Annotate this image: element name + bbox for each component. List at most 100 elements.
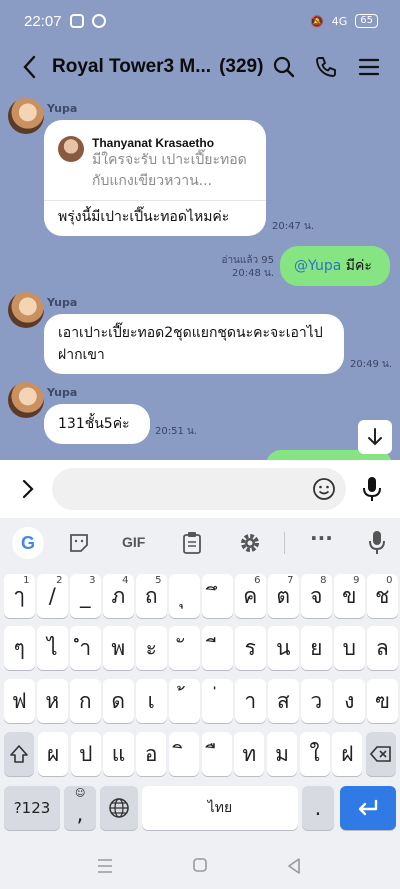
key[interactable]: ก: [70, 679, 101, 723]
key[interactable]: ล: [367, 626, 398, 670]
key[interactable]: ภ4: [103, 574, 134, 618]
key[interactable]: เ: [136, 679, 167, 723]
key-label: ว: [310, 688, 323, 713]
shift-key[interactable]: [4, 732, 34, 776]
key[interactable]: ่: [202, 679, 233, 723]
more-options-icon[interactable]: ···: [310, 526, 333, 550]
key[interactable]: แ: [103, 732, 134, 776]
key[interactable]: ิ: [168, 732, 199, 776]
key[interactable]: ถ5: [136, 574, 167, 618]
period-key[interactable]: .: [302, 786, 334, 830]
message-bubble-outgoing[interactable]: @Yupa มีค่ะ: [280, 246, 390, 286]
key[interactable]: ๅ1: [4, 574, 35, 618]
key[interactable]: น: [268, 626, 299, 670]
key[interactable]: ื: [201, 732, 232, 776]
key-label: ร: [244, 635, 256, 660]
key[interactable]: ง: [334, 679, 365, 723]
key[interactable]: ม: [266, 732, 298, 776]
key-hint: 6: [254, 575, 261, 586]
chat-header: Royal Tower3 M... (329): [0, 40, 400, 94]
home-icon[interactable]: [192, 857, 208, 873]
key[interactable]: ำ: [70, 626, 101, 670]
key[interactable]: ป: [70, 732, 101, 776]
settings-gear-icon[interactable]: [238, 531, 262, 555]
voice-input-icon[interactable]: [368, 530, 386, 556]
key[interactable]: /2: [37, 574, 68, 618]
key[interactable]: ย: [301, 626, 332, 670]
message-text: เอาเปาะเปี๊ยะทอด2ชุดแยกชุดนะคะจะเอาไปฝาก…: [58, 325, 323, 363]
group-name: Royal Tower3 M...: [52, 56, 212, 77]
message-input-bar: [0, 460, 400, 518]
key[interactable]: ต7: [268, 574, 299, 618]
comma-key[interactable]: ☺ ,: [64, 786, 96, 830]
key[interactable]: ะ: [136, 626, 167, 670]
key[interactable]: จ8: [301, 574, 332, 618]
enter-key[interactable]: [340, 786, 396, 830]
space-key[interactable]: ไทย: [142, 786, 298, 830]
gif-button[interactable]: GIF: [122, 534, 145, 550]
message-input[interactable]: [52, 468, 346, 510]
scroll-to-bottom-button[interactable]: [358, 420, 392, 454]
key[interactable]: ข9: [334, 574, 365, 618]
key[interactable]: ฟ: [4, 679, 35, 723]
key[interactable]: ร: [235, 626, 266, 670]
key[interactable]: ใ: [299, 732, 330, 776]
key[interactable]: ช0: [367, 574, 398, 618]
message-bubble[interactable]: 131ชั้น5ค่ะ: [44, 404, 150, 444]
phone-icon[interactable]: [314, 55, 338, 79]
key[interactable]: ้: [169, 679, 200, 723]
status-time: 22:07: [24, 13, 62, 30]
key[interactable]: ห: [37, 679, 68, 723]
mention-tag[interactable]: @Yupa: [294, 258, 341, 274]
key[interactable]: ั: [169, 626, 200, 670]
key-label: ไ: [46, 635, 58, 660]
menu-icon[interactable]: [358, 55, 380, 79]
key[interactable]: ฃ: [367, 679, 398, 723]
key-label: ผ: [46, 741, 60, 766]
back-arrow-icon[interactable]: [20, 54, 40, 80]
avatar[interactable]: [8, 98, 44, 134]
key[interactable]: ไ: [37, 626, 68, 670]
search-icon[interactable]: [272, 55, 296, 79]
key[interactable]: ท: [234, 732, 265, 776]
expand-chevron-icon[interactable]: [20, 478, 36, 500]
key[interactable]: ค6: [235, 574, 266, 618]
microphone-icon[interactable]: [361, 475, 383, 503]
message-bubble[interactable]: Thanyanat Krasaetho มีใครจะรับ เปาะเปี๊ย…: [44, 120, 266, 236]
recent-apps-icon[interactable]: [96, 858, 114, 874]
back-nav-icon[interactable]: [286, 857, 302, 875]
emoji-icon[interactable]: [312, 477, 336, 501]
symbols-key[interactable]: ?123: [4, 786, 60, 830]
key-label: /: [48, 584, 56, 608]
key[interactable]: ๆ: [4, 626, 35, 670]
google-g-icon[interactable]: G: [12, 527, 44, 559]
message-bubble[interactable]: เอาเปาะเปี๊ยะทอด2ชุดแยกชุดนะคะจะเอาไปฝาก…: [44, 314, 344, 374]
key-label: ฝ: [341, 741, 354, 766]
sender-name: Yupa: [47, 296, 78, 309]
key[interactable]: พ: [103, 626, 134, 670]
avatar[interactable]: [8, 382, 44, 418]
sticker-icon[interactable]: [68, 532, 90, 554]
clipboard-icon[interactable]: [182, 531, 202, 555]
key[interactable]: ุ: [169, 574, 200, 618]
key[interactable]: ว: [301, 679, 332, 723]
key[interactable]: ี: [202, 626, 233, 670]
key[interactable]: อ: [136, 732, 167, 776]
line-notification-icon: [70, 14, 84, 28]
globe-key[interactable]: [100, 786, 138, 830]
key-hint: 8: [320, 575, 327, 586]
key[interactable]: ด: [103, 679, 134, 723]
key[interactable]: ฝ: [332, 732, 363, 776]
key[interactable]: า: [235, 679, 266, 723]
key[interactable]: ึ: [202, 574, 233, 618]
backspace-key[interactable]: [366, 732, 396, 776]
message-time: 20:51 น.: [155, 426, 198, 437]
avatar[interactable]: [8, 292, 44, 328]
keyboard: G GIF ··· ๅ1/2_3ภ4ถ5ุึค6ต7จ8ข9ช0 ๆไำพะัี…: [0, 518, 400, 844]
key[interactable]: _ 3: [70, 574, 101, 618]
key[interactable]: บ: [334, 626, 365, 670]
key-label: ๆ: [13, 635, 25, 660]
key[interactable]: ผ: [38, 732, 69, 776]
key[interactable]: ส: [268, 679, 299, 723]
message-list[interactable]: Yupa Thanyanat Krasaetho มีใครจะรับ เปาะ…: [0, 94, 400, 460]
